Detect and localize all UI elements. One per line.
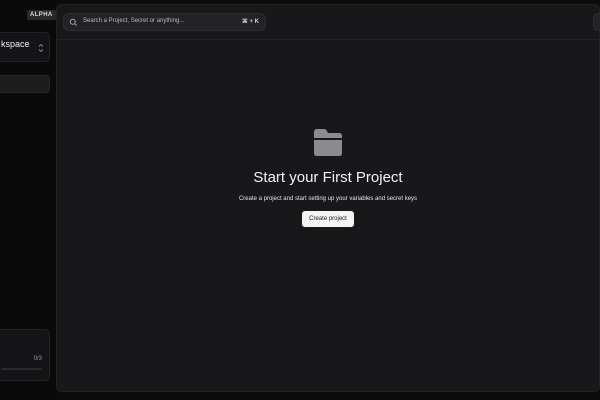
app-root: ALPHA kspace 0/3 Search a Project, Secre… [0,0,600,400]
create-project-button[interactable]: Create project [302,211,354,227]
empty-state: Start your First Project Create a projec… [57,125,599,227]
topbar-right-button[interactable] [593,13,600,31]
workspace-name: kspace [1,39,30,49]
search-placeholder: Search a Project, Secret or anything... [83,18,185,24]
main-panel: Search a Project, Secret or anything... … [56,4,600,392]
usage-count: 0/3 [33,356,42,362]
sidebar: ALPHA kspace 0/3 [0,0,56,400]
folder-icon [314,129,342,156]
usage-progress-bar [1,368,42,370]
empty-state-description: Create a project and start setting up yo… [238,196,418,202]
empty-state-title: Start your First Project [253,169,403,186]
search-input[interactable]: Search a Project, Secret or anything... … [63,13,266,31]
sidebar-item-active[interactable] [0,75,50,93]
chevron-up-down-icon [38,43,44,53]
usage-card: 0/3 [0,329,50,381]
top-bar: Search a Project, Secret or anything... … [57,5,600,40]
alpha-badge: ALPHA [27,10,56,20]
workspace-switcher[interactable]: kspace [0,32,50,62]
search-icon [69,18,78,27]
search-shortcut: ⌘ + K [241,19,259,25]
